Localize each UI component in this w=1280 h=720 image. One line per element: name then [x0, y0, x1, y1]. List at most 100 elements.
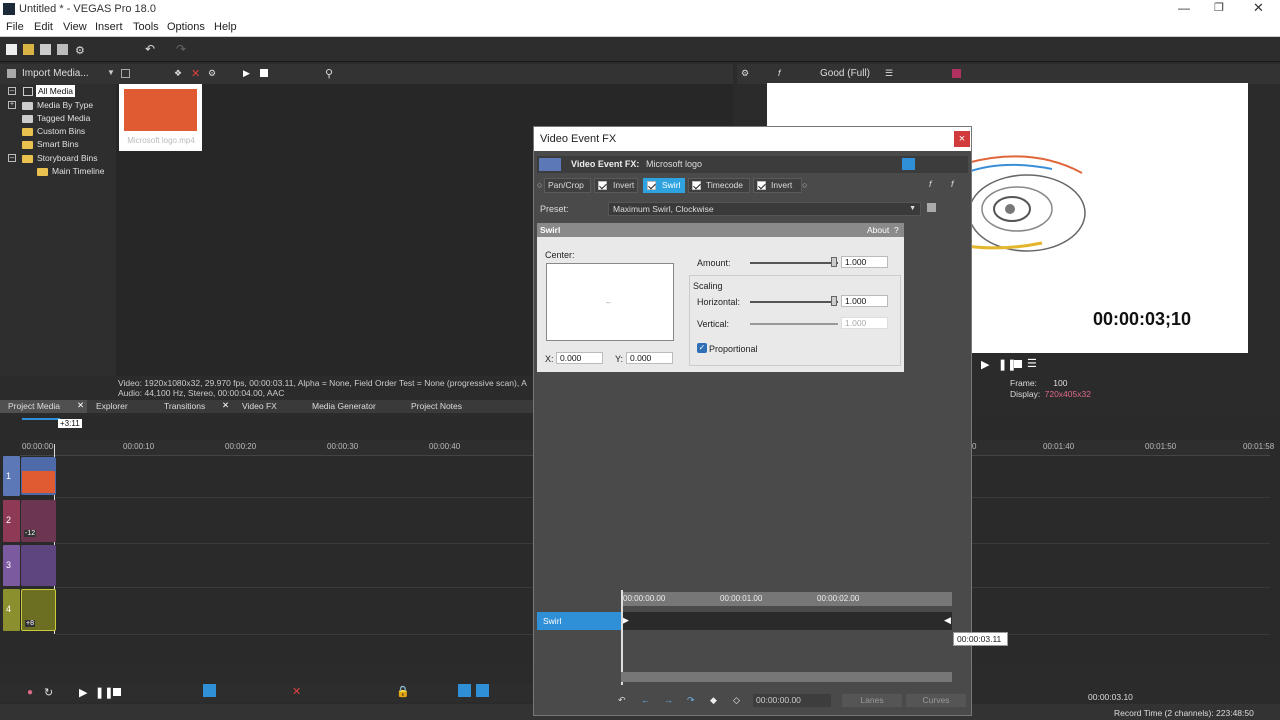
expand-icon[interactable]: +: [8, 101, 16, 109]
import-media-button[interactable]: Import Media...: [22, 68, 89, 79]
redo-icon[interactable]: ↷: [176, 42, 187, 56]
tree-item-media-by-type[interactable]: Media By Type: [37, 99, 93, 111]
add-keyframe-icon[interactable]: ◆: [710, 695, 717, 706]
tab-project-notes[interactable]: Project Notes: [411, 401, 462, 411]
maximize-icon[interactable]: ❐: [1214, 1, 1224, 14]
normal-edit-tool-icon[interactable]: [203, 684, 216, 697]
curves-button[interactable]: Curves: [906, 694, 966, 707]
close-icon[interactable]: ✕: [222, 400, 229, 411]
tree-item-smart-bins[interactable]: Smart Bins: [37, 138, 79, 150]
last-keyframe-icon[interactable]: ↷: [687, 695, 695, 706]
loop-region[interactable]: [22, 418, 60, 428]
undo-icon[interactable]: ↶: [145, 42, 156, 56]
audio-clip[interactable]: +8: [21, 589, 56, 631]
proportional-checkbox[interactable]: ✓: [697, 343, 707, 353]
audio-clip[interactable]: -12: [21, 500, 56, 542]
fx-chip-swirl[interactable]: Swirl: [643, 178, 685, 193]
audio-clip[interactable]: [21, 545, 56, 586]
pause-icon[interactable]: ❚❚: [95, 686, 113, 699]
amount-slider[interactable]: [750, 262, 838, 264]
search-icon[interactable]: ⚲: [325, 67, 336, 80]
keyframe-track[interactable]: ▶ ◀: [621, 612, 952, 630]
x-input[interactable]: 0.000: [556, 352, 603, 364]
first-keyframe-icon[interactable]: ↶: [618, 695, 626, 706]
keyframe-ruler[interactable]: 00:00:00.00 00:00:01.00 00:00:02.00: [621, 592, 952, 606]
tab-video-fx[interactable]: Video FX: [242, 401, 277, 411]
fx-checkbox[interactable]: [598, 181, 607, 190]
prev-keyframe-icon[interactable]: ←: [641, 695, 650, 705]
lock-icon[interactable]: 🔒: [396, 685, 410, 698]
fx-checkbox[interactable]: [692, 181, 701, 190]
stop-icon[interactable]: [113, 688, 121, 696]
render-icon[interactable]: [57, 44, 68, 55]
amount-slider-knob[interactable]: [831, 257, 837, 267]
remove-icon[interactable]: ✕: [191, 67, 202, 80]
fx-icon[interactable]: f: [778, 68, 789, 79]
fx-chip-invert-2[interactable]: Invert: [753, 178, 802, 193]
play-icon[interactable]: ▶: [243, 68, 254, 79]
new-icon[interactable]: [6, 44, 17, 55]
save-preset-icon[interactable]: [927, 203, 936, 212]
amount-input[interactable]: 1.000: [841, 256, 888, 268]
auto-ripple-icon[interactable]: [476, 684, 489, 697]
fx-checkbox[interactable]: [757, 181, 766, 190]
kf-playhead[interactable]: [621, 590, 623, 685]
import-icon[interactable]: [7, 69, 16, 78]
stop-icon[interactable]: [260, 69, 268, 77]
menu-tools[interactable]: Tools: [133, 21, 159, 33]
lanes-button[interactable]: Lanes: [842, 694, 902, 707]
gear-icon[interactable]: ⚙: [75, 44, 86, 57]
track-header-2[interactable]: 2: [3, 500, 20, 542]
preset-dropdown[interactable]: Maximum Swirl, Clockwise ▼: [608, 202, 921, 216]
fx-chip-invert[interactable]: Invert: [594, 178, 638, 193]
about-link[interactable]: About: [867, 225, 889, 235]
color-icon[interactable]: [952, 69, 961, 78]
tree-item-main-timeline[interactable]: Main Timeline: [52, 165, 104, 177]
horizontal-slider-knob[interactable]: [831, 296, 837, 306]
fx-checkbox[interactable]: [647, 181, 656, 190]
dialog-close-button[interactable]: ×: [954, 131, 970, 147]
keyframe-scrollbar[interactable]: [621, 672, 952, 682]
tree-item-all-media[interactable]: All Media: [36, 85, 75, 97]
menu-options[interactable]: Options: [167, 21, 205, 33]
preview-quality-dropdown[interactable]: Good (Full): [820, 68, 870, 79]
tab-media-generator[interactable]: Media Generator: [312, 401, 376, 411]
y-input[interactable]: 0.000: [626, 352, 673, 364]
track-header-1[interactable]: 1: [3, 456, 20, 496]
collapse-icon[interactable]: –: [8, 154, 16, 162]
video-clip[interactable]: [21, 457, 56, 495]
minimize-icon[interactable]: —: [1178, 1, 1190, 15]
menu-insert[interactable]: Insert: [95, 21, 123, 33]
tree-item-custom-bins[interactable]: Custom Bins: [37, 125, 85, 137]
snap-icon[interactable]: [458, 684, 471, 697]
media-gear-icon[interactable]: ⚙: [208, 68, 219, 79]
preview-play-icon[interactable]: ▶: [981, 358, 989, 371]
track-header-3[interactable]: 3: [3, 545, 20, 586]
play-icon[interactable]: ▶: [79, 686, 87, 699]
next-keyframe-icon[interactable]: →: [664, 695, 673, 705]
fx-header-toggle[interactable]: [902, 158, 915, 170]
keyframe-marker[interactable]: ▶: [622, 615, 629, 626]
view-icon[interactable]: [121, 69, 130, 78]
close-icon[interactable]: ✕: [77, 400, 84, 411]
save-icon[interactable]: [40, 44, 51, 55]
menu-edit[interactable]: Edit: [34, 21, 53, 33]
track-header-4[interactable]: 4: [3, 589, 20, 631]
delete-keyframe-icon[interactable]: ◇: [733, 695, 740, 706]
close-icon[interactable]: ✕: [1253, 0, 1264, 16]
preview-gear-icon[interactable]: ⚙: [741, 68, 752, 79]
preview-menu-icon[interactable]: ☰: [1027, 357, 1037, 370]
preview-stop-icon[interactable]: [1014, 360, 1022, 368]
remove-fx-icon[interactable]: f: [951, 179, 954, 189]
tab-explorer[interactable]: Explorer: [96, 401, 128, 411]
tree-item-tagged-media[interactable]: Tagged Media: [37, 112, 90, 124]
collapse-icon[interactable]: –: [8, 87, 16, 95]
media-fx-icon[interactable]: ❖: [174, 68, 185, 79]
menu-file[interactable]: File: [6, 21, 24, 33]
plugin-chain-icon[interactable]: f: [929, 179, 932, 189]
tree-item-storyboard-bins[interactable]: Storyboard Bins: [37, 152, 97, 164]
fx-chip-timecode[interactable]: Timecode: [688, 178, 750, 193]
keyframe-time-input[interactable]: 00:00:00.00: [753, 694, 831, 707]
fx-chip-pan-crop[interactable]: Pan/Crop: [544, 178, 591, 193]
delete-icon[interactable]: ✕: [292, 685, 301, 698]
